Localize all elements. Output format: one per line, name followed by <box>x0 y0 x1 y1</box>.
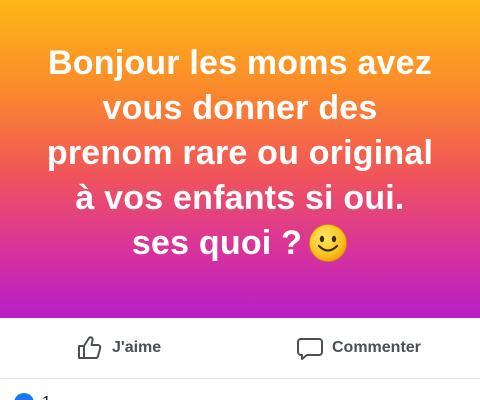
post-text-line: vous donner des <box>102 88 378 127</box>
reaction-count: 1 <box>42 393 51 400</box>
comment-label: Commenter <box>332 339 421 356</box>
thumbs-up-icon <box>78 336 102 359</box>
post-text-last-line: ses quoi ? <box>20 221 460 266</box>
post-text-line: ses quoi ? <box>131 223 303 262</box>
comment-button[interactable]: Commenter <box>296 318 421 378</box>
post-background: Bonjour les moms avez vous donner des pr… <box>0 0 480 318</box>
post-card: Bonjour les moms avez vous donner des pr… <box>0 0 480 400</box>
like-button[interactable]: J'aime <box>76 318 161 378</box>
post-text-line: prenom rare ou original <box>46 133 434 172</box>
reaction-summary[interactable]: 1 <box>0 379 480 400</box>
post-text-line: Bonjour les moms avez <box>48 43 432 82</box>
post-text-line: à vos enfants si oui. <box>75 178 405 217</box>
like-label: J'aime <box>112 339 162 356</box>
like-reaction-icon <box>14 393 34 400</box>
comment-bubble-icon <box>297 338 323 360</box>
post-text: Bonjour les moms avez vous donner des pr… <box>20 41 460 266</box>
action-bar: J'aime Commenter <box>0 318 480 378</box>
smiling-face-icon <box>309 223 347 262</box>
